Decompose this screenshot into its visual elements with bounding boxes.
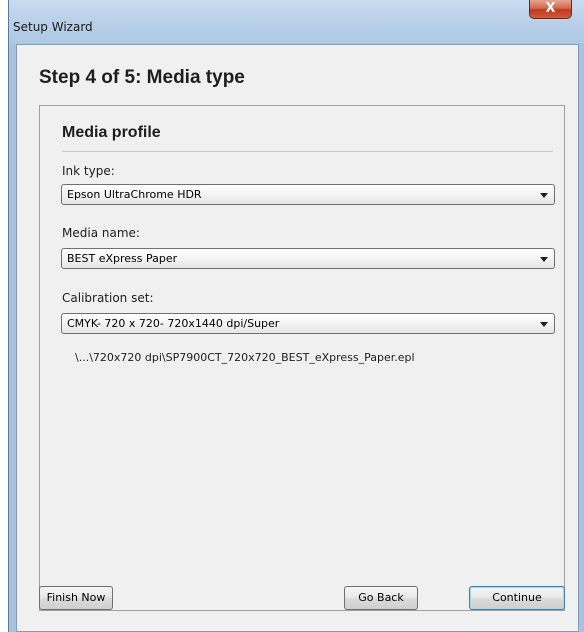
calibration-set-select[interactable]: CMYK- 720 x 720- 720x1440 dpi/Super: [61, 313, 555, 334]
close-icon: X: [545, 1, 556, 16]
client-area: Step 4 of 5: Media type Media profile In…: [16, 44, 579, 632]
close-button[interactable]: X: [529, 0, 572, 19]
calibration-set-value: CMYK- 720 x 720- 720x1440 dpi/Super: [67, 317, 280, 330]
chevron-down-icon: [540, 193, 548, 198]
media-name-label: Media name:: [62, 226, 140, 240]
section-divider: [62, 151, 553, 152]
chevron-down-icon: [540, 257, 548, 262]
continue-button[interactable]: Continue: [469, 586, 565, 610]
finish-now-button[interactable]: Finish Now: [39, 586, 113, 610]
media-name-select[interactable]: BEST eXpress Paper: [61, 248, 555, 269]
window-title: Setup Wizard: [13, 20, 93, 34]
title-bar[interactable]: Setup Wizard X: [9, 0, 584, 44]
section-title: Media profile: [62, 124, 161, 141]
wizard-content: Step 4 of 5: Media type Media profile In…: [17, 45, 578, 631]
media-name-value: BEST eXpress Paper: [67, 252, 178, 265]
calibration-file-path: \...\720x720 dpi\SP7900CT_720x720_BEST_e…: [75, 351, 415, 364]
ink-type-value: Epson UltraChrome HDR: [67, 188, 202, 201]
calibration-set-label: Calibration set:: [62, 291, 154, 305]
ink-type-select[interactable]: Epson UltraChrome HDR: [61, 184, 555, 205]
ink-type-label: Ink type:: [62, 164, 115, 178]
media-profile-panel: Media profile Ink type: Epson UltraChrom…: [39, 105, 565, 611]
chevron-down-icon: [540, 322, 548, 327]
step-title: Step 4 of 5: Media type: [39, 67, 245, 88]
setup-wizard-window: Setup Wizard X Step 4 of 5: Media type M…: [8, 0, 584, 632]
go-back-button[interactable]: Go Back: [344, 586, 418, 610]
